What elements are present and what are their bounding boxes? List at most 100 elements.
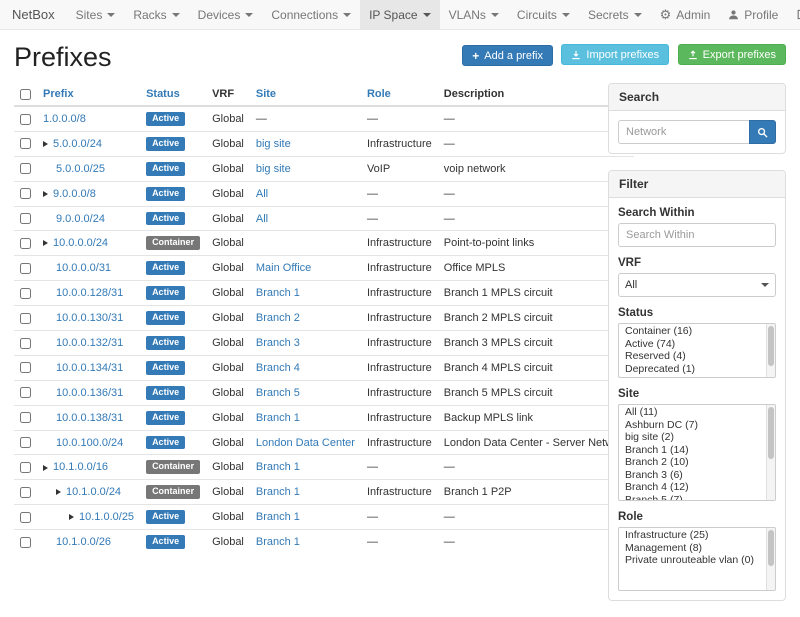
prefix-link[interactable]: 10.0.0.138/31 <box>56 412 123 424</box>
prefix-link[interactable]: 5.0.0.0/25 <box>56 163 105 175</box>
prefix-link[interactable]: 10.0.100.0/24 <box>56 437 123 449</box>
site-link[interactable]: London Data Center <box>256 437 355 449</box>
site-link[interactable]: Branch 3 <box>256 337 300 349</box>
expand-caret-icon[interactable] <box>43 141 48 147</box>
row-checkbox[interactable] <box>20 437 31 448</box>
row-checkbox[interactable] <box>20 338 31 349</box>
role-option[interactable]: Management (8) <box>619 542 775 555</box>
expand-caret-icon[interactable] <box>56 489 61 495</box>
status-option[interactable]: Reserved (4) <box>619 350 775 363</box>
site-option[interactable]: Branch 1 (14) <box>619 444 775 457</box>
prefix-link[interactable]: 10.1.0.0/25 <box>79 511 134 523</box>
row-checkbox[interactable] <box>20 163 31 174</box>
row-checkbox[interactable] <box>20 263 31 274</box>
prefix-link[interactable]: 10.0.0.134/31 <box>56 362 123 374</box>
search-button[interactable] <box>749 120 776 144</box>
prefix-link[interactable]: 10.1.0.0/16 <box>53 461 108 473</box>
vrf-select[interactable]: All <box>618 273 776 297</box>
row-checkbox[interactable] <box>20 462 31 473</box>
row-checkbox[interactable] <box>20 362 31 373</box>
site-link[interactable]: Branch 4 <box>256 362 300 374</box>
admin-link[interactable]: ⚙ Admin <box>651 0 720 29</box>
expand-caret-icon[interactable] <box>69 514 74 520</box>
profile-link[interactable]: Profile <box>719 0 787 29</box>
site-link[interactable]: Main Office <box>256 262 311 274</box>
scrollbar[interactable] <box>766 405 775 500</box>
expand-caret-icon[interactable] <box>43 191 48 197</box>
nav-sites[interactable]: Sites <box>67 0 125 29</box>
prefix-link[interactable]: 10.0.0.136/31 <box>56 387 123 399</box>
site-listbox[interactable]: All (11)Ashburn DC (7)big site (2)Branch… <box>618 404 776 501</box>
import-prefixes-button[interactable]: Import prefixes <box>561 44 669 65</box>
sort-link-prefix[interactable]: Prefix <box>43 88 74 100</box>
sort-link-status[interactable]: Status <box>146 88 180 100</box>
scrollbar-thumb[interactable] <box>768 407 774 459</box>
site-option[interactable]: All (11) <box>619 406 775 419</box>
site-link[interactable]: Branch 1 <box>256 287 300 299</box>
add-prefix-button[interactable]: + Add a prefix <box>462 45 553 66</box>
search-within-input[interactable] <box>618 223 776 247</box>
row-checkbox[interactable] <box>20 313 31 324</box>
sort-link-site[interactable]: Site <box>256 88 276 100</box>
prefix-link[interactable]: 9.0.0.0/24 <box>56 213 105 225</box>
app-logo[interactable]: NetBox <box>8 0 67 29</box>
site-option[interactable]: Branch 3 (6) <box>619 469 775 482</box>
site-link[interactable]: Branch 1 <box>256 536 300 548</box>
row-checkbox[interactable] <box>20 387 31 398</box>
prefix-link[interactable]: 10.0.0.132/31 <box>56 337 123 349</box>
prefix-link[interactable]: 10.0.0.128/31 <box>56 287 123 299</box>
scrollbar-thumb[interactable] <box>768 530 774 566</box>
nav-ip-space[interactable]: IP Space <box>360 0 439 29</box>
site-link[interactable]: big site <box>256 138 291 150</box>
nav-racks[interactable]: Racks <box>124 0 188 29</box>
site-link[interactable]: All <box>256 188 268 200</box>
expand-caret-icon[interactable] <box>43 240 48 246</box>
site-link[interactable]: Branch 1 <box>256 461 300 473</box>
site-option[interactable]: Branch 2 (10) <box>619 456 775 469</box>
prefix-link[interactable]: 9.0.0.0/8 <box>53 188 96 200</box>
site-link[interactable]: Branch 1 <box>256 486 300 498</box>
logout-link[interactable]: Log out <box>787 0 800 29</box>
status-option[interactable]: Deprecated (1) <box>619 363 775 376</box>
prefix-link[interactable]: 10.1.0.0/24 <box>66 486 121 498</box>
site-option[interactable]: Ashburn DC (7) <box>619 419 775 432</box>
prefix-link[interactable]: 10.0.0.0/24 <box>53 237 108 249</box>
status-option[interactable]: Container (16) <box>619 325 775 338</box>
scrollbar[interactable] <box>766 324 775 377</box>
sort-link-role[interactable]: Role <box>367 88 391 100</box>
role-option[interactable]: Infrastructure (25) <box>619 529 775 542</box>
site-link[interactable]: All <box>256 213 268 225</box>
nav-devices[interactable]: Devices <box>189 0 263 29</box>
site-link[interactable]: Branch 5 <box>256 387 300 399</box>
scrollbar-thumb[interactable] <box>768 326 774 366</box>
nav-circuits[interactable]: Circuits <box>508 0 579 29</box>
row-checkbox[interactable] <box>20 412 31 423</box>
status-listbox[interactable]: Container (16)Active (74)Reserved (4)Dep… <box>618 323 776 378</box>
row-checkbox[interactable] <box>20 213 31 224</box>
role-listbox[interactable]: Infrastructure (25)Management (8)Private… <box>618 527 776 591</box>
prefix-link[interactable]: 10.0.0.0/31 <box>56 262 111 274</box>
row-checkbox[interactable] <box>20 537 31 548</box>
row-checkbox[interactable] <box>20 512 31 523</box>
prefix-link[interactable]: 10.1.0.0/26 <box>56 536 111 548</box>
nav-vlans[interactable]: VLANs <box>440 0 508 29</box>
row-checkbox[interactable] <box>20 114 31 125</box>
site-option[interactable]: Branch 5 (7) <box>619 494 775 502</box>
site-option[interactable]: Branch 4 (12) <box>619 481 775 494</box>
prefix-link[interactable]: 1.0.0.0/8 <box>43 113 86 125</box>
row-checkbox[interactable] <box>20 188 31 199</box>
row-checkbox[interactable] <box>20 138 31 149</box>
nav-connections[interactable]: Connections <box>262 0 360 29</box>
row-checkbox[interactable] <box>20 288 31 299</box>
status-option[interactable]: Active (74) <box>619 338 775 351</box>
site-option[interactable]: big site (2) <box>619 431 775 444</box>
scrollbar[interactable] <box>766 528 775 590</box>
search-input[interactable] <box>618 120 749 144</box>
prefix-link[interactable]: 10.0.0.130/31 <box>56 312 123 324</box>
site-link[interactable]: Branch 1 <box>256 412 300 424</box>
nav-secrets[interactable]: Secrets <box>579 0 651 29</box>
prefix-link[interactable]: 5.0.0.0/24 <box>53 138 102 150</box>
export-prefixes-button[interactable]: Export prefixes <box>678 44 786 65</box>
site-link[interactable]: Branch 2 <box>256 312 300 324</box>
row-checkbox[interactable] <box>20 487 31 498</box>
